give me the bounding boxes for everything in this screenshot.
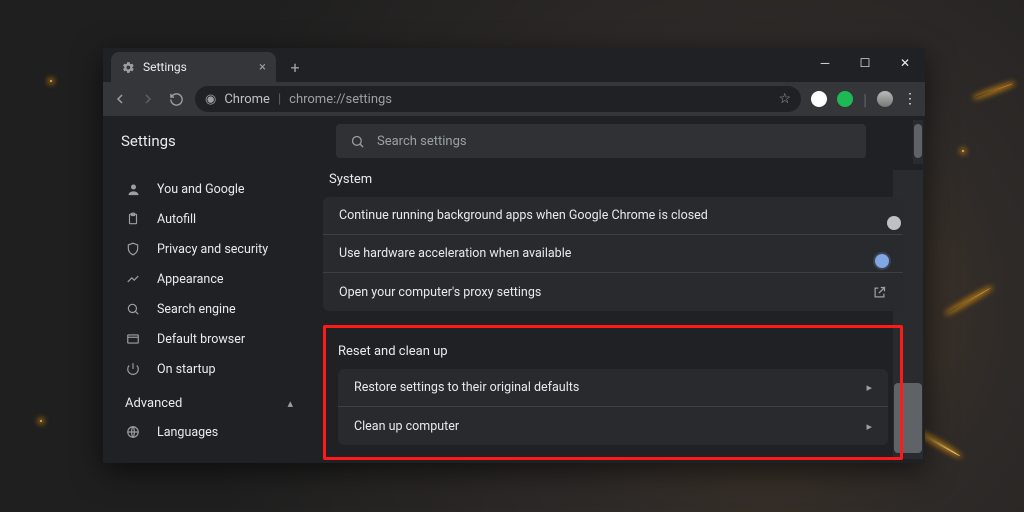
row-hardware-acceleration[interactable]: Use hardware acceleration when available [323, 235, 903, 273]
sidebar-item-search-engine[interactable]: Search engine [103, 294, 315, 324]
scrollbar[interactable] [913, 120, 923, 164]
sidebar-item-label: Search engine [157, 302, 236, 317]
tab-title: Settings [143, 60, 187, 74]
sidebar-item-label: On startup [157, 362, 215, 377]
power-icon [125, 361, 141, 377]
reset-card: Restore settings to their original defau… [338, 369, 888, 445]
sidebar-item-you-and-google[interactable]: You and Google [103, 174, 315, 204]
sidebar-item-label: Privacy and security [157, 242, 268, 257]
sidebar-item-label: Languages [157, 425, 218, 440]
sidebar-item-label: Appearance [157, 272, 224, 287]
row-clean-up-computer[interactable]: Clean up computer ▸ [338, 407, 888, 445]
sidebar: You and Google Autofill Privacy and secu… [103, 166, 315, 463]
bookmark-icon[interactable]: ☆ [779, 91, 792, 107]
sidebar-advanced-toggle[interactable]: Advanced ▴ [103, 384, 315, 417]
browser-tab[interactable]: Settings × [111, 52, 276, 82]
reload-button[interactable] [167, 90, 185, 108]
row-label: Clean up computer [354, 419, 459, 434]
forward-button [139, 90, 157, 108]
row-restore-defaults[interactable]: Restore settings to their original defau… [338, 369, 888, 407]
browser-window: Settings × + ─ ☐ ✕ ◉ Chrome | chrome://s… [103, 48, 925, 463]
sidebar-item-languages[interactable]: Languages [103, 417, 315, 447]
close-window-button[interactable]: ✕ [885, 48, 925, 78]
sidebar-item-label: You and Google [157, 182, 245, 197]
settings-content: System Continue running background apps … [315, 166, 925, 463]
row-label: Restore settings to their original defau… [354, 380, 579, 395]
search-input[interactable]: Search settings [336, 124, 866, 158]
address-bar: ◉ Chrome | chrome://settings ☆ | ⋮ [103, 82, 925, 116]
sidebar-item-privacy[interactable]: Privacy and security [103, 234, 315, 264]
url-chip: Chrome [224, 92, 270, 107]
new-tab-button[interactable]: + [282, 54, 308, 80]
chrome-icon: ◉ [205, 92, 216, 107]
profile-avatar[interactable] [877, 91, 893, 107]
search-icon [350, 134, 365, 149]
sidebar-item-default-browser[interactable]: Default browser [103, 324, 315, 354]
row-label: Open your computer's proxy settings [339, 285, 541, 300]
minimize-button[interactable]: ─ [805, 48, 845, 78]
row-proxy-settings[interactable]: Open your computer's proxy settings [323, 273, 903, 311]
search-placeholder: Search settings [377, 134, 467, 149]
sidebar-item-label: Autofill [157, 212, 196, 227]
extension-icon-1[interactable] [811, 91, 827, 107]
person-icon [125, 181, 141, 197]
sidebar-item-label: Default browser [157, 332, 245, 347]
row-label: Use hardware acceleration when available [339, 246, 571, 261]
omnibox[interactable]: ◉ Chrome | chrome://settings ☆ [195, 86, 801, 112]
sidebar-advanced-label: Advanced [125, 396, 182, 411]
palette-icon [125, 271, 141, 287]
extension-icon-2[interactable] [837, 91, 853, 107]
close-icon[interactable]: × [259, 60, 266, 75]
menu-button[interactable]: ⋮ [903, 91, 917, 107]
globe-icon [125, 424, 141, 440]
title-bar: Settings × + ─ ☐ ✕ [103, 48, 925, 82]
back-button[interactable] [111, 90, 129, 108]
settings-header: Settings Search settings [103, 116, 925, 166]
search-icon [125, 301, 141, 317]
reset-section-highlight: Reset and clean up Restore settings to t… [323, 325, 903, 460]
window-controls: ─ ☐ ✕ [805, 48, 925, 78]
external-link-icon [872, 285, 887, 300]
maximize-button[interactable]: ☐ [845, 48, 885, 78]
gear-icon [121, 60, 135, 74]
chevron-right-icon: ▸ [866, 420, 872, 433]
chevron-up-icon: ▴ [287, 397, 293, 410]
sidebar-item-appearance[interactable]: Appearance [103, 264, 315, 294]
sidebar-item-on-startup[interactable]: On startup [103, 354, 315, 384]
browser-icon [125, 331, 141, 347]
row-background-apps[interactable]: Continue running background apps when Go… [323, 197, 903, 235]
chevron-right-icon: ▸ [866, 381, 872, 394]
sidebar-item-autofill[interactable]: Autofill [103, 204, 315, 234]
shield-icon [125, 241, 141, 257]
reset-section-title: Reset and clean up [338, 344, 888, 359]
row-label: Continue running background apps when Go… [339, 208, 708, 223]
system-card: Continue running background apps when Go… [323, 197, 903, 311]
system-section-title: System [329, 172, 903, 187]
page-title: Settings [121, 132, 316, 150]
clipboard-icon [125, 211, 141, 227]
url-text: chrome://settings [289, 92, 392, 107]
